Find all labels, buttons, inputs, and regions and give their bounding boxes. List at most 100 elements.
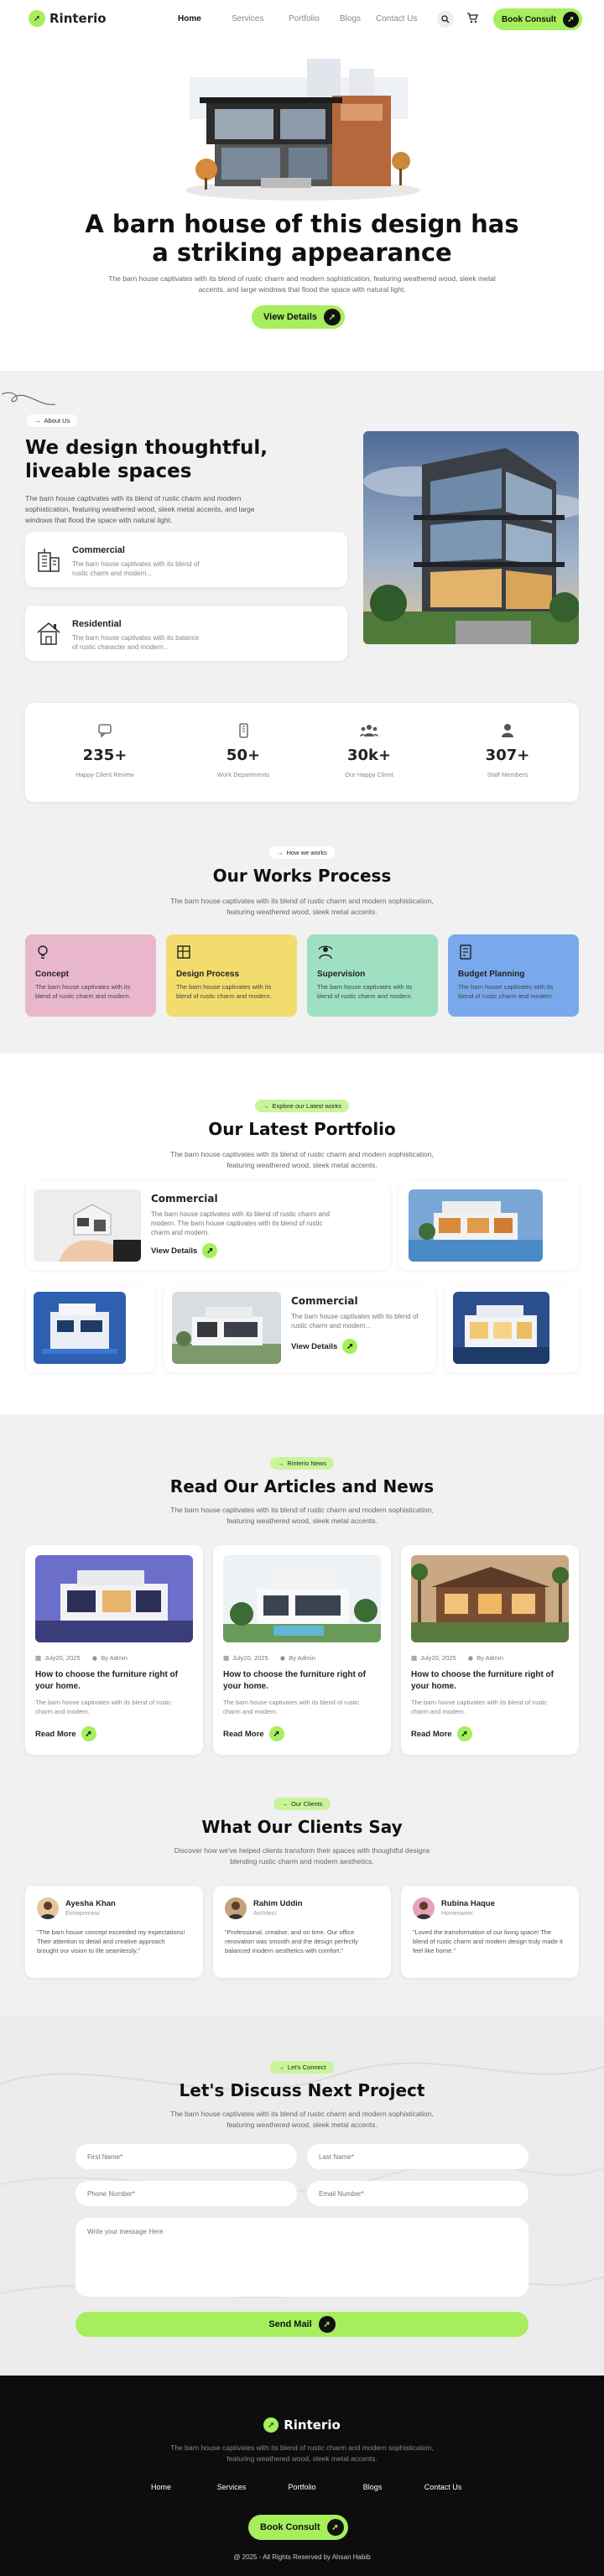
- news-card-text: The barn house captivates with its blend…: [35, 1699, 172, 1715]
- footer-link-blogs[interactable]: Blogs: [337, 2483, 408, 2491]
- footer-link-services[interactable]: Services: [196, 2483, 267, 2491]
- nav-services[interactable]: Services: [232, 14, 289, 23]
- hero-house-image: [181, 52, 424, 203]
- footer-link-portfolio[interactable]: Portfolio: [267, 2483, 337, 2491]
- avatar: [413, 1897, 435, 1919]
- stat-item: 235+ Happy Client Review: [25, 703, 185, 802]
- about-building-image: [363, 431, 579, 644]
- commercial-card[interactable]: Commercial The barn house captivates wit…: [25, 532, 347, 587]
- footer-book-consult-button[interactable]: Book Consult ➚: [248, 2515, 348, 2540]
- contact-text: The barn house captivates with its blend…: [170, 2110, 434, 2129]
- portfolio-item-villa[interactable]: [398, 1181, 579, 1270]
- portfolio-item-commercial[interactable]: Commercial The barn house captivates wit…: [25, 1181, 390, 1270]
- portfolio-view-details-link[interactable]: View Details ➚: [291, 1339, 358, 1354]
- brand-logo[interactable]: ➚ Rinterio: [29, 10, 107, 27]
- search-icon[interactable]: [437, 11, 454, 28]
- portfolio-view-details-link[interactable]: View Details ➚: [151, 1243, 218, 1258]
- email-input[interactable]: [307, 2181, 528, 2206]
- avatar: [225, 1897, 247, 1919]
- chat-icon: [25, 723, 185, 738]
- first-name-input[interactable]: [76, 2144, 297, 2169]
- last-name-input[interactable]: [307, 2144, 528, 2169]
- house-icon: [35, 620, 62, 647]
- news-card[interactable]: ▦ July20, 2025 ◉ By Admin How to choose the …: [401, 1545, 579, 1755]
- portfolio-item-commercial-2[interactable]: Commercial The barn house captivates wit…: [164, 1283, 436, 1372]
- scribble-decoration: [0, 388, 59, 413]
- clients-title: What Our Clients Say: [201, 1817, 403, 1837]
- phone-input[interactable]: [76, 2181, 297, 2206]
- news-card[interactable]: ▦ July20, 2025 ◉ By Admin How to choose the …: [213, 1545, 391, 1755]
- arrow-logo-icon: ➚: [263, 2417, 279, 2433]
- contact-title: Let's Discuss Next Project: [179, 2080, 425, 2100]
- news-image: [35, 1555, 193, 1642]
- footer-link-home[interactable]: Home: [126, 2483, 196, 2491]
- calendar-icon: ▦: [411, 1654, 418, 1662]
- hero-view-details-button[interactable]: View Details ➚: [252, 305, 345, 329]
- portfolio-item-blue-house[interactable]: [25, 1283, 155, 1372]
- person-icon: [436, 723, 579, 738]
- portfolio-image-hand-house: [34, 1189, 141, 1262]
- clients-tag-label: Our Clients: [290, 1800, 323, 1808]
- portfolio-section: → Explore our Latest works Our Latest Por…: [0, 1054, 604, 1414]
- supervisor-icon: [317, 945, 334, 960]
- cart-icon[interactable]: [466, 12, 478, 23]
- footer-link-contact[interactable]: Contact Us: [408, 2483, 478, 2491]
- user-icon: ◉: [467, 1654, 474, 1662]
- process-card[interactable]: Budget Planning The barn house captivates…: [448, 934, 579, 1017]
- clients-text: Discover how we've helped clients transf…: [174, 1846, 430, 1866]
- news-title: Read Our Articles and News: [169, 1476, 435, 1496]
- read-more-link[interactable]: Read More ➚: [35, 1726, 96, 1741]
- process-card-title: Concept: [35, 970, 69, 979]
- nav-portfolio[interactable]: Portfolio: [289, 14, 340, 23]
- news-cards: ▦ July20, 2025 ◉ By Admin How to choose the …: [25, 1545, 579, 1755]
- news-image: [223, 1555, 381, 1642]
- lightbulb-icon: [35, 945, 50, 960]
- process-card[interactable]: Supervision The barn house captivates wit…: [307, 934, 438, 1017]
- nav-contact[interactable]: Contact Us: [376, 14, 435, 23]
- news-tag: → Rinterio News: [269, 1457, 335, 1470]
- send-mail-button[interactable]: Send Mail ➚: [76, 2312, 528, 2337]
- process-card[interactable]: Design Process The barn house captivates …: [166, 934, 297, 1017]
- nav-blogs[interactable]: Blogs: [340, 14, 376, 23]
- process-card[interactable]: Concept The barn house captivates with it…: [25, 934, 156, 1017]
- commercial-card-title: Commercial: [72, 545, 125, 555]
- portfolio-image-villa: [409, 1189, 543, 1262]
- portfolio-item-night-house[interactable]: [445, 1283, 579, 1372]
- portfolio-image-modern-house: [172, 1292, 281, 1364]
- about-tag: → About Us: [27, 414, 78, 427]
- arrow-up-right-icon: ➚: [326, 2519, 344, 2536]
- residential-card[interactable]: Residential The barn house captivates wi…: [25, 606, 347, 661]
- news-author: By Admin: [101, 1654, 128, 1662]
- portfolio-header: → Explore our Latest works: [0, 1097, 604, 1112]
- portfolio-image-night-house: [453, 1292, 549, 1364]
- arrow-logo-icon: ➚: [29, 10, 45, 27]
- view-details-label: View Details: [263, 312, 317, 322]
- read-more-label: Read More: [223, 1729, 264, 1739]
- portfolio-item-text: The barn house captivates with its blend…: [291, 1313, 419, 1330]
- stat-value: 30k+: [346, 747, 392, 764]
- news-card-title: How to choose the furniture right of you…: [411, 1670, 554, 1691]
- client-role: Entrepreneur: [65, 1911, 100, 1917]
- building-icon: [35, 546, 62, 573]
- stat-item: 307+ Staff Members: [436, 703, 579, 802]
- footer-brand[interactable]: ➚ Rinterio: [0, 2417, 604, 2433]
- clients-tag: → Our Clients: [273, 1798, 331, 1810]
- read-more-link[interactable]: Read More ➚: [223, 1726, 284, 1741]
- message-textarea[interactable]: [76, 2218, 528, 2297]
- read-more-link[interactable]: Read More ➚: [411, 1726, 472, 1741]
- nav-home[interactable]: Home: [178, 14, 232, 23]
- process-tag-label: How we works: [286, 849, 327, 856]
- about-title: We design thoughtful, liveable spaces: [25, 437, 268, 482]
- portfolio-item-title: Commercial: [151, 1193, 218, 1205]
- about-tag-label: About Us: [44, 417, 70, 424]
- copyright-text: @ 2025 - All Rights Reserved by Ahsan Ha…: [233, 2553, 371, 2561]
- news-card[interactable]: ▦ July20, 2025 ◉ By Admin How to choose the …: [25, 1545, 203, 1755]
- news-author: By Admin: [289, 1654, 315, 1662]
- client-cards: Ayesha Khan Entrepreneur "The barn house c…: [25, 1886, 579, 1978]
- client-card: Rubina Haque Homeowner "Loved the transfor…: [401, 1886, 579, 1978]
- news-meta: ▦ July20, 2025 ◉ By Admin: [35, 1654, 128, 1662]
- book-consult-button[interactable]: Book Consult ➚: [493, 8, 582, 30]
- news-meta: ▦ July20, 2025 ◉ By Admin: [223, 1654, 315, 1662]
- portfolio-item-text: The barn house captivates with its blend…: [151, 1210, 330, 1236]
- arrow-up-right-icon: ➚: [456, 1726, 472, 1741]
